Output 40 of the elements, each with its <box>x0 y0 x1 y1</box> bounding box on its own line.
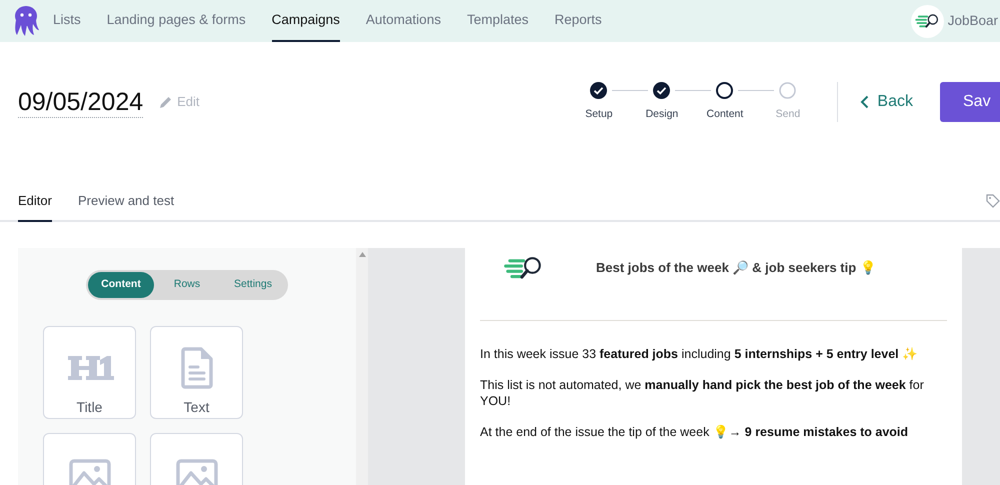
nav-tab[interactable]: Landing pages & forms <box>106 0 246 42</box>
campaign-title[interactable]: 09/05/2024 <box>18 86 144 118</box>
editor-tab[interactable]: Editor <box>18 182 52 222</box>
nav-tab[interactable]: Lists <box>53 0 81 42</box>
back-button[interactable]: Back <box>860 90 913 114</box>
step-label: Content <box>706 106 744 122</box>
content-block[interactable]: Title <box>43 326 136 419</box>
block-label: Text <box>184 398 210 417</box>
octopus-logo[interactable] <box>13 5 39 37</box>
scrollbar[interactable] <box>356 248 368 485</box>
account-name[interactable]: JobBoar <box>948 10 998 32</box>
nav-tab[interactable]: Campaigns <box>272 0 340 42</box>
nav-tab[interactable]: Reports <box>554 0 602 42</box>
email-paragraph: In this week issue 33 featured jobs including 5 internships + 5 entry level ✨ <box>480 346 920 362</box>
nav-tab[interactable]: Automations <box>366 0 441 42</box>
step-label: Setup <box>585 106 613 122</box>
heading-icon <box>66 354 114 382</box>
step-label: Design <box>646 106 678 122</box>
save-button[interactable]: Sav <box>940 82 1000 122</box>
newsletter-logo <box>502 255 544 281</box>
job-search-logo <box>914 13 940 29</box>
scroll-up-icon[interactable] <box>358 252 366 257</box>
content-block[interactable]: Text <box>150 326 243 419</box>
segment-tab[interactable]: Content <box>88 272 154 298</box>
segment-tab[interactable]: Rows <box>154 272 220 298</box>
email-heading: Best jobs of the week 🔎 & job seekers tip 💡 <box>596 259 876 278</box>
email-paragraph: This list is not automated, we manually hand pick the best job of the week for YOU! <box>480 377 925 409</box>
nav-tab[interactable]: Templates <box>466 0 528 42</box>
segment-tab[interactable]: Settings <box>220 272 286 298</box>
editor-tab[interactable]: Preview and test <box>78 182 174 222</box>
step-label: Send <box>776 106 800 122</box>
image-icon <box>176 459 218 485</box>
image-icon <box>68 459 110 485</box>
chevron-left-icon <box>860 95 870 109</box>
document-icon <box>180 347 212 389</box>
email-paragraph: At the end of the issue the tip of the week 💡→ 9 resume mistakes to avoid <box>480 424 910 440</box>
tag-icon[interactable] <box>986 194 1000 208</box>
pencil-icon <box>159 96 172 108</box>
account-avatar[interactable] <box>910 4 944 38</box>
block-label: Title <box>76 398 102 417</box>
